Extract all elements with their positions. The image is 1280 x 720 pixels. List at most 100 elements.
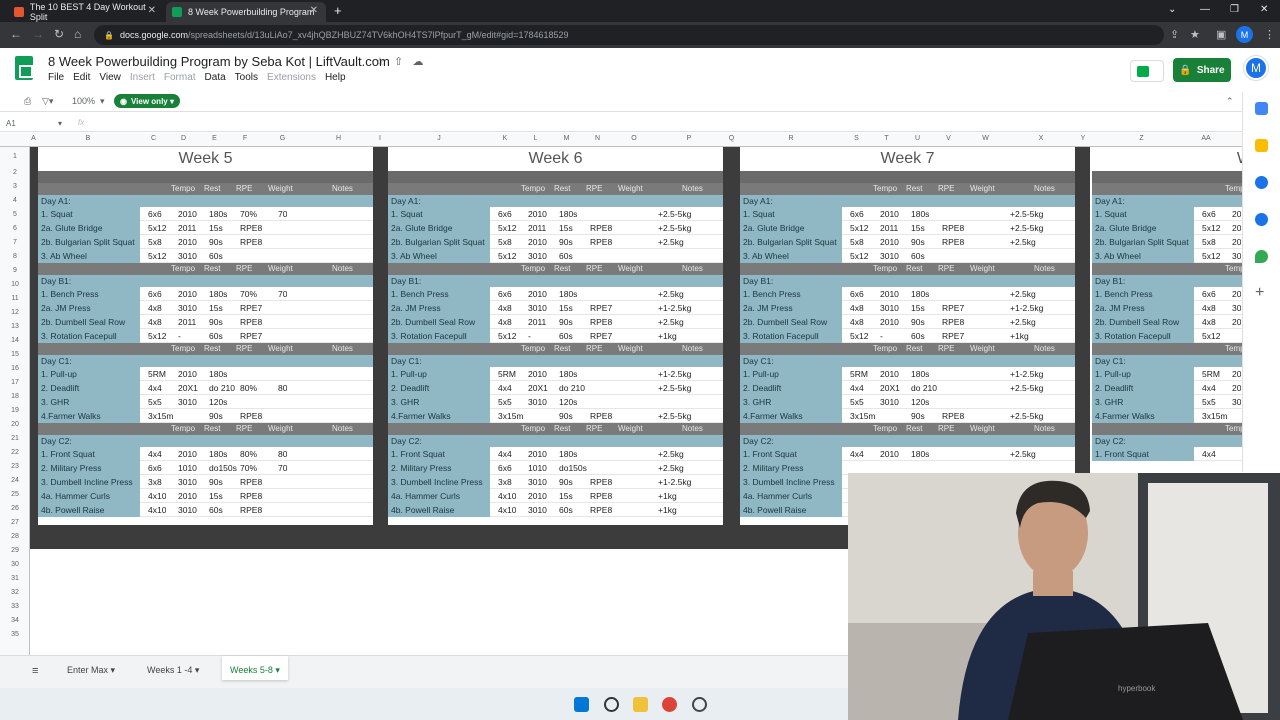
exercise-row[interactable]: 1. Pull-up 5RM 20: [1092, 367, 1242, 381]
exercise-row[interactable]: 1. Bench Press 6x6 2010 180s 70% 70: [38, 287, 373, 301]
bookmark-star-icon[interactable]: ★: [1190, 28, 1200, 41]
column-header[interactable]: T: [871, 135, 902, 142]
keep-icon[interactable]: [1255, 139, 1268, 152]
row-header[interactable]: 13: [0, 323, 30, 330]
column-header[interactable]: H: [305, 135, 372, 142]
exercise-row[interactable]: 2. Deadlift 4x4 20: [1092, 381, 1242, 395]
zoom-select[interactable]: 100%: [72, 96, 95, 106]
exercise-row[interactable]: 4a. Hammer Curls 4x10 2010 15s RPE8 +1kg: [388, 489, 723, 503]
menu-edit[interactable]: Edit: [73, 72, 90, 83]
sheet-tab-weeks-5-8[interactable]: Weeks 5-8 ▾: [222, 656, 288, 680]
exercise-row[interactable]: 1. Squat 6x6 20: [1092, 207, 1242, 221]
exercise-row[interactable]: 3. Ab Wheel 5x12 3010 60s: [388, 249, 723, 263]
collapse-menus-icon[interactable]: ⌃: [1226, 96, 1234, 107]
column-header[interactable]: C: [139, 135, 168, 142]
row-header[interactable]: 7: [0, 239, 30, 246]
exercise-row[interactable]: 2a. Glute Bridge 5x12 2011 15s RPE8 +2.5-5kg: [740, 221, 1075, 235]
row-header[interactable]: 27: [0, 519, 30, 526]
exercise-row[interactable]: 3. Dumbell Incline Press 3x8 3010 90s RPE8 +1…: [388, 475, 723, 489]
column-header[interactable]: E: [199, 135, 230, 142]
windows-start-icon[interactable]: [574, 697, 589, 712]
browser-tab-2[interactable]: 8 Week Powerbuilding Program ✕: [166, 2, 326, 22]
sidebar-icon[interactable]: ▣: [1216, 28, 1226, 41]
sheet-tab-weeks-1-4[interactable]: Weeks 1 -4 ▾: [147, 665, 199, 676]
maps-icon[interactable]: [1255, 250, 1268, 263]
exercise-row[interactable]: 1. Front Squat 4x4 2010 180s 80% 80: [38, 447, 373, 461]
row-header[interactable]: 30: [0, 561, 30, 568]
exercise-row[interactable]: 1. Squat 6x6 2010 180s +2.5-5kg: [740, 207, 1075, 221]
row-header[interactable]: 3: [0, 183, 30, 190]
exercise-row[interactable]: 1. Bench Press 6x6 2010 180s +2.5kg: [740, 287, 1075, 301]
row-header[interactable]: 15: [0, 351, 30, 358]
column-header[interactable]: B: [37, 135, 139, 142]
row-header[interactable]: 31: [0, 575, 30, 582]
row-header[interactable]: 16: [0, 365, 30, 372]
close-tab-icon[interactable]: ✕: [310, 5, 318, 16]
menu-extensions[interactable]: Extensions: [267, 72, 316, 83]
close-tab-icon[interactable]: ✕: [148, 5, 156, 16]
exercise-row[interactable]: 3. Rotation Facepull 5x12 - 60s RPE7 +1kg: [388, 329, 723, 343]
row-header[interactable]: 33: [0, 603, 30, 610]
name-box-caret-icon[interactable]: ▾: [58, 119, 62, 128]
row-header[interactable]: 5: [0, 211, 30, 218]
row-header[interactable]: 35: [0, 631, 30, 638]
exercise-row[interactable]: 4.Farmer Walks 3x15m 90s RPE8 +2.5-5kg: [388, 409, 723, 423]
row-header[interactable]: 23: [0, 463, 30, 470]
row-header[interactable]: 14: [0, 337, 30, 344]
column-header[interactable]: P: [655, 135, 723, 142]
row-header[interactable]: 11: [0, 295, 30, 302]
zoom-caret-icon[interactable]: ▾: [100, 96, 105, 107]
url-field[interactable]: 🔒 docs.google.com/spreadsheets/d/13uLiAo…: [94, 25, 1164, 45]
row-header[interactable]: 34: [0, 617, 30, 624]
column-header[interactable]: Z: [1091, 135, 1192, 142]
new-tab-icon[interactable]: +: [334, 3, 342, 18]
exercise-row[interactable]: 3. Rotation Facepull 5x12 - 60s RPE7 +1kg: [740, 329, 1075, 343]
exercise-row[interactable]: 1. Front Squat 4x4 2010 180s +2.5kg: [740, 447, 1075, 461]
row-header[interactable]: 20: [0, 421, 30, 428]
exercise-row[interactable]: 3. Dumbell Incline Press 3x8 3010 90s RPE8: [38, 475, 373, 489]
row-header[interactable]: 6: [0, 225, 30, 232]
row-header[interactable]: 24: [0, 477, 30, 484]
exercise-row[interactable]: 2. Military Press 6x6 1010 do150s 70% 70: [38, 461, 373, 475]
exercise-row[interactable]: 2. Deadlift 4x4 20X1 do 210 80% 80: [38, 381, 373, 395]
all-sheets-icon[interactable]: ≡: [32, 665, 38, 677]
exercise-row[interactable]: 2a. JM Press 4x8 3010 15s RPE7 +1-2.5kg: [388, 301, 723, 315]
sheets-logo-icon[interactable]: [15, 56, 33, 80]
column-header[interactable]: W: [964, 135, 1007, 142]
exercise-row[interactable]: 2b. Bulgarian Split Squat 5x8 2010 90s RPE8 +…: [740, 235, 1075, 249]
column-header[interactable]: R: [740, 135, 842, 142]
row-header[interactable]: 12: [0, 309, 30, 316]
row-header[interactable]: 25: [0, 491, 30, 498]
exercise-row[interactable]: 4b. Powell Raise 4x10 3010 60s RPE8 +1kg: [388, 503, 723, 517]
name-box[interactable]: A1: [6, 119, 16, 128]
exercise-row[interactable]: 3. GHR 5x5 30: [1092, 395, 1242, 409]
exercise-row[interactable]: 2a. JM Press 4x8 30: [1092, 301, 1242, 315]
column-header[interactable]: F: [230, 135, 260, 142]
exercise-row[interactable]: 2a. Glute Bridge 5x12 2011 15s RPE8 +2.5-5kg: [388, 221, 723, 235]
exercise-row[interactable]: 2a. JM Press 4x8 3010 15s RPE7: [38, 301, 373, 315]
share-button[interactable]: 🔒 Share: [1173, 58, 1231, 82]
row-header[interactable]: 32: [0, 589, 30, 596]
exercise-row[interactable]: 2. Deadlift 4x4 20X1 do 210 +2.5-5kg: [388, 381, 723, 395]
column-header[interactable]: AA: [1192, 135, 1220, 142]
column-header[interactable]: U: [902, 135, 933, 142]
menu-insert[interactable]: Insert: [130, 72, 155, 83]
view-only-button[interactable]: ◉ View only ▾: [114, 94, 180, 108]
home-icon[interactable]: ⌂: [74, 27, 81, 41]
exercise-row[interactable]: 3. Rotation Facepull 5x12 - 60s RPE7: [38, 329, 373, 343]
row-header[interactable]: 28: [0, 533, 30, 540]
exercise-row[interactable]: 1. Pull-up 5RM 2010 180s +1-2.5kg: [388, 367, 723, 381]
profile-avatar[interactable]: M: [1236, 26, 1253, 43]
calendar-icon[interactable]: [1255, 102, 1268, 115]
menu-help[interactable]: Help: [325, 72, 346, 83]
exercise-row[interactable]: 2. Deadlift 4x4 20X1 do 210 +2.5-5kg: [740, 381, 1075, 395]
row-header[interactable]: 9: [0, 267, 30, 274]
exercise-row[interactable]: 3. GHR 5x5 3010 120s: [388, 395, 723, 409]
file-explorer-icon[interactable]: [633, 697, 648, 712]
exercise-row[interactable]: 1. Bench Press 6x6 20: [1092, 287, 1242, 301]
column-header[interactable]: D: [168, 135, 199, 142]
column-header[interactable]: A: [30, 135, 37, 142]
chrome-icon[interactable]: [662, 697, 677, 712]
meet-button[interactable]: [1130, 60, 1164, 82]
exercise-row[interactable]: 1. Squat 6x6 2010 180s +2.5-5kg: [388, 207, 723, 221]
